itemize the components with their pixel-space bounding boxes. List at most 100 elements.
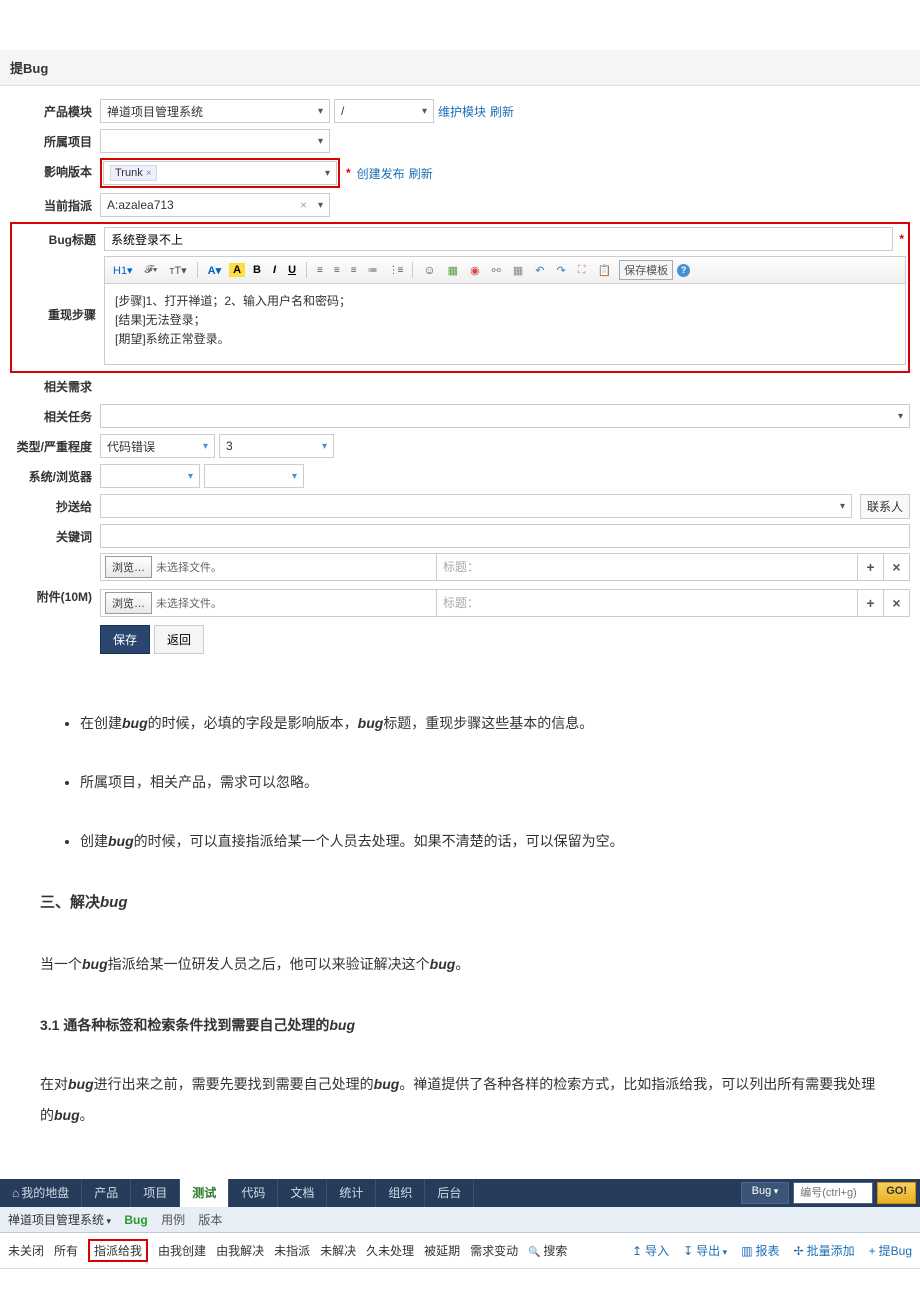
filter-unassigned[interactable]: 未指派 [274,1242,310,1259]
browse-button-2[interactable]: 浏览… [105,592,152,614]
nav-stat[interactable]: 统计 [327,1179,376,1207]
product-switcher[interactable]: 禅道项目管理系统 [8,1213,111,1227]
fontsize-button[interactable]: тT▾ [165,262,190,279]
help-icon[interactable]: ? [677,264,690,277]
import-link[interactable]: ↥导入 [632,1242,669,1259]
nav-org[interactable]: 组织 [376,1179,425,1207]
nav-my[interactable]: 我的地盘 [0,1179,82,1207]
type-select[interactable]: 代码错误 [100,434,215,458]
separator [412,262,413,278]
create-release-link[interactable]: 创建发布 [357,165,405,182]
report-link[interactable]: ▥报表 [741,1242,779,1259]
refresh-version-link[interactable]: 刷新 [409,165,433,182]
export-link[interactable]: ↧导出 ▾ [683,1242,727,1259]
filter-all[interactable]: 所有 [54,1242,78,1259]
back-button[interactable]: 返回 [154,625,204,654]
unordered-list-button[interactable]: ⋮≡ [385,263,407,278]
module-select[interactable]: / [334,99,434,123]
flash-button[interactable]: ◉ [466,262,484,279]
file-title-2[interactable]: 标题： [436,590,857,616]
search-input[interactable] [793,1182,873,1204]
link-button[interactable]: ⚯ [488,262,505,279]
bold-button[interactable]: B [249,262,265,278]
batch-add-link[interactable]: ✢批量添加 [794,1242,855,1259]
remove-file-icon-2[interactable]: × [883,590,909,616]
add-file-icon[interactable]: + [857,554,883,580]
editor-content[interactable]: [步骤]1、打开禅道；2、输入用户名和密码； [结果]无法登录； [期望]系统正… [105,284,905,364]
keywords-input[interactable] [100,524,910,548]
table-button[interactable]: ▦ [509,262,527,279]
t: bug [54,1107,80,1123]
steps-line1: [步骤]1、打开禅道；2、输入用户名和密码； [115,292,895,311]
label-steps: 重现步骤 [14,256,104,323]
remove-file-icon[interactable]: × [883,554,909,580]
t: bug [430,956,456,972]
save-button[interactable]: 保存 [100,625,150,654]
page-title: 提Bug [0,50,920,86]
filter-postponed[interactable]: 被延期 [424,1242,460,1259]
label-project: 所属项目 [10,128,100,154]
add-file-icon-2[interactable]: + [857,590,883,616]
filter-unclosed[interactable]: 未关闭 [8,1242,44,1259]
nav-code[interactable]: 代码 [229,1179,278,1207]
nav-test[interactable]: 测试 [180,1179,229,1207]
cc-select[interactable] [100,494,852,518]
font-button[interactable]: 𝓕▾ [141,262,162,279]
filter-created-by-me[interactable]: 由我创建 [158,1242,206,1259]
t: 通各种标签和检索条件找到需要自己处理的 [59,1017,329,1033]
label-cc: 抄送给 [10,493,100,519]
save-template-button[interactable]: 保存模板 [619,260,673,280]
subnav-case[interactable]: 用例 [161,1213,185,1227]
product-select[interactable]: 禅道项目管理系统 [100,99,330,123]
severity-select[interactable]: 3 [219,434,334,458]
nav-project[interactable]: 项目 [131,1179,180,1207]
version-field-highlight: Trunk × [100,158,340,188]
align-center-button[interactable]: ≡ [330,263,343,278]
t: bug [122,715,148,731]
contacts-button[interactable]: 联系人 [860,494,910,519]
browse-button-1[interactable]: 浏览… [105,556,152,578]
filter-unresolved[interactable]: 未解决 [320,1242,356,1259]
go-button[interactable]: GO! [877,1182,916,1204]
add-bug-link[interactable]: +提Bug [869,1242,912,1259]
assign-select[interactable]: A:azalea713 × [100,193,330,217]
remove-tag-icon[interactable]: × [146,168,152,179]
filter-resolved-by-me[interactable]: 由我解决 [216,1242,264,1259]
clear-assign-icon[interactable]: × [300,198,307,212]
underline-button[interactable]: U [284,262,300,278]
project-select[interactable] [100,129,330,153]
search-type-select[interactable]: Bug [741,1182,790,1204]
maintain-module-link[interactable]: 维护模块 [438,103,486,120]
filter-assigned-to-me[interactable]: 指派给我 [88,1239,148,1262]
ordered-list-button[interactable]: ≔ [364,263,381,278]
filter-search[interactable]: 搜索 [528,1242,567,1259]
related-task-select[interactable] [100,404,910,428]
nav-admin[interactable]: 后台 [425,1179,474,1207]
align-left-button[interactable]: ≡ [313,263,326,278]
align-right-button[interactable]: ≡ [347,263,360,278]
file-title-1[interactable]: 标题： [436,554,857,580]
undo-button[interactable]: ↶ [531,262,548,279]
bug-title-input[interactable] [104,227,893,251]
heading-button[interactable]: H1▾ [109,262,137,279]
filter-req-changed[interactable]: 需求变动 [470,1242,518,1259]
version-tag[interactable]: Trunk × [110,165,157,181]
filter-bar: 未关闭 所有 指派给我 由我创建 由我解决 未指派 未解决 久未处理 被延期 需… [0,1233,920,1269]
browser-select[interactable] [204,464,304,488]
os-select[interactable] [100,464,200,488]
highlight-button[interactable]: A [229,263,245,277]
nav-doc[interactable]: 文档 [278,1179,327,1207]
subnav-build[interactable]: 版本 [198,1213,222,1227]
image-button[interactable]: ▦ [444,262,462,279]
fullscreen-button[interactable]: ⛶ [574,262,590,279]
textcolor-button[interactable]: A▾ [204,262,225,279]
nav-product[interactable]: 产品 [82,1179,131,1207]
emoji-button[interactable]: ☺ [419,261,439,279]
italic-button[interactable]: I [269,262,280,278]
refresh-link[interactable]: 刷新 [490,103,514,120]
paste-button[interactable]: 📋 [593,262,615,279]
filter-long-pending[interactable]: 久未处理 [366,1242,414,1259]
subnav-bug[interactable]: Bug [124,1213,147,1227]
redo-button[interactable]: ↷ [553,262,570,279]
main-nav: 我的地盘 产品 项目 测试 代码 文档 统计 组织 后台 Bug GO! [0,1179,920,1207]
